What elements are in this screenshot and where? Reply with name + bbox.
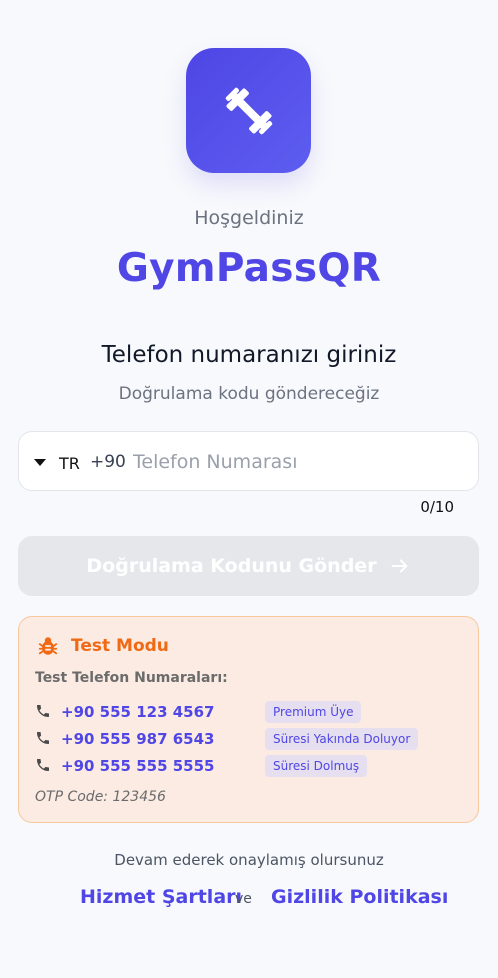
status-badge: Süresi Yakında Doluyor: [265, 728, 419, 750]
country-dropdown-caret-icon[interactable]: [34, 459, 46, 466]
phone-icon: [37, 732, 49, 744]
send-code-button[interactable]: Doğrulama Kodunu Gönder: [18, 536, 479, 596]
phone-icon: [37, 759, 49, 771]
dial-code: +90: [90, 452, 126, 472]
test-number-row[interactable]: +90 555 987 6543 Süresi Yakında Doluyor: [35, 728, 465, 750]
country-code[interactable]: TR: [59, 454, 80, 473]
test-numbers-label: Test Telefon Numaraları:: [35, 670, 228, 686]
status-badge: Süresi Dolmuş: [265, 755, 368, 777]
phone-field: TR +90: [18, 431, 479, 491]
test-mode-card: Test Modu Test Telefon Numaraları: +90 5…: [18, 616, 479, 823]
test-mode-header: Test Modu: [37, 635, 169, 657]
test-number[interactable]: +90 555 555 5555: [61, 757, 214, 775]
test-number-row[interactable]: +90 555 123 4567 Premium Üye: [35, 701, 465, 723]
privacy-link[interactable]: Gizlilik Politikası: [271, 886, 448, 908]
bug-icon: [38, 637, 58, 655]
app-logo: [186, 48, 311, 173]
and-text: ve: [235, 891, 252, 907]
arrow-right-icon: [391, 559, 408, 573]
test-number[interactable]: +90 555 987 6543: [61, 730, 214, 748]
otp-code-text: OTP Code: 123456: [35, 789, 166, 805]
test-mode-title: Test Modu: [71, 636, 169, 656]
phone-icon: [37, 705, 49, 717]
dumbbell-icon: [225, 87, 272, 134]
send-code-label: Doğrulama Kodunu Gönder: [86, 555, 377, 577]
app-title: GymPassQR: [116, 246, 382, 291]
phone-input[interactable]: [133, 444, 463, 480]
page-heading: Telefon numaranızı giriniz: [101, 342, 397, 368]
page-subheading: Doğrulama kodu göndereceğiz: [118, 384, 380, 404]
terms-note: Devam ederek onaylamış olursunuz: [114, 851, 384, 869]
terms-link[interactable]: Hizmet Şartları: [80, 886, 242, 908]
test-number[interactable]: +90 555 123 4567: [61, 703, 214, 721]
status-badge: Premium Üye: [265, 701, 362, 723]
test-number-row[interactable]: +90 555 555 5555 Süresi Dolmuş: [35, 755, 465, 777]
welcome-text: Hoşgeldiniz: [194, 207, 304, 229]
char-counter: 0/10: [420, 498, 454, 516]
